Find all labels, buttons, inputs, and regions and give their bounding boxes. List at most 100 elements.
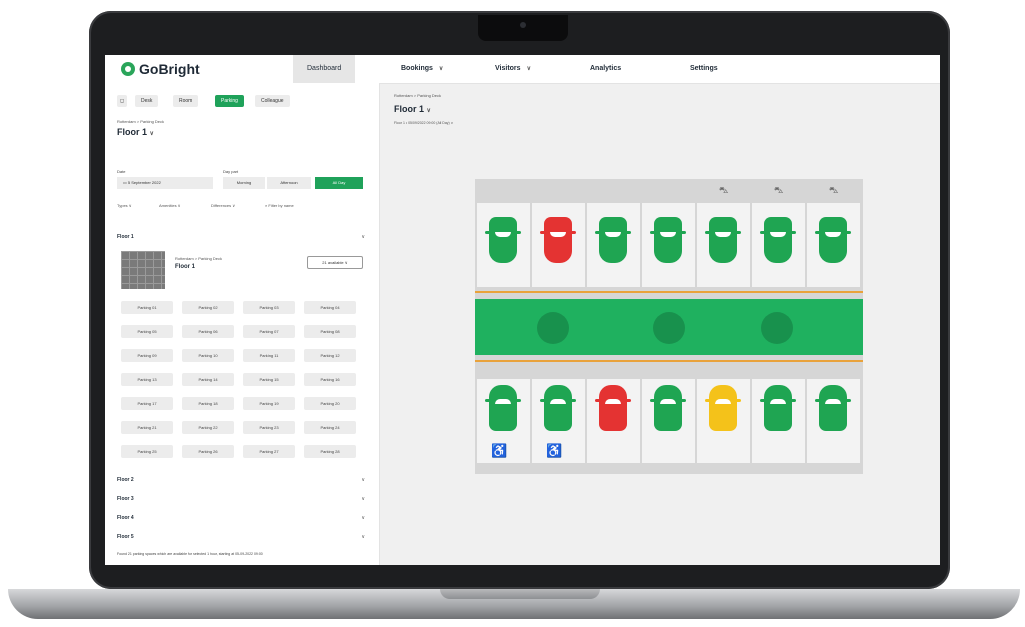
chip-room[interactable]: Room xyxy=(173,95,199,107)
parking-spot-item[interactable]: Parking 23 xyxy=(243,421,295,434)
section-floor[interactable]: Floor 5 xyxy=(117,534,134,540)
parking-spot-item[interactable]: Parking 02 xyxy=(182,301,234,314)
nav-settings[interactable]: Settings xyxy=(690,55,718,83)
chevron-down-icon: ∨ xyxy=(149,131,154,137)
daypart-morning[interactable]: Morning xyxy=(223,177,265,189)
map-breadcrumb[interactable]: Rotterdam > Parking Deck xyxy=(394,93,441,98)
date-picker[interactable]: ▭ 5 September 2022 xyxy=(117,177,213,189)
parking-spot-item[interactable]: Parking 26 xyxy=(182,445,234,458)
parking-spot-item[interactable]: Parking 10 xyxy=(182,349,234,362)
chevron-down-icon[interactable]: ∨ xyxy=(361,234,365,240)
plan-selector[interactable]: Floor 1 • 05/09/2022 09:00 (All Day) ∨ xyxy=(394,121,453,125)
car-available[interactable] xyxy=(485,217,521,263)
lane-stripe xyxy=(475,291,863,293)
chevron-down-icon[interactable]: ∨ xyxy=(361,515,365,521)
camera-notch xyxy=(478,15,568,41)
laptop-lid-groove xyxy=(440,589,600,599)
logo-icon xyxy=(121,62,135,76)
parking-spot-item[interactable]: Parking 17 xyxy=(121,397,173,410)
left-panel: ◻ Desk Room Parking Colleague Rotterdam … xyxy=(105,83,380,565)
chip-colleague[interactable]: Colleague xyxy=(255,95,290,107)
parking-spot-item[interactable]: Parking 03 xyxy=(243,301,295,314)
parking-spot-item[interactable]: Parking 04 xyxy=(304,301,356,314)
parking-spot-item[interactable]: Parking 14 xyxy=(182,373,234,386)
floor-title[interactable]: Floor 1 ∨ xyxy=(117,127,154,137)
breadcrumb[interactable]: Rotterdam > Parking Deck xyxy=(117,119,164,124)
chevron-down-icon[interactable]: ∨ xyxy=(361,534,365,540)
filter-amenities[interactable]: Amenities ∨ xyxy=(159,203,181,208)
parking-spot-item[interactable]: Parking 05 xyxy=(121,325,173,338)
camera-icon xyxy=(520,22,526,28)
app-screen: GoBright Dashboard Bookings ∨ Visitors ∨ A… xyxy=(105,55,940,565)
calendar-icon: ▭ xyxy=(123,180,127,185)
car-available[interactable] xyxy=(705,217,741,263)
section-floor[interactable]: Floor 2 xyxy=(117,477,134,483)
parking-spot-item[interactable]: Parking 16 xyxy=(304,373,356,386)
car-available[interactable] xyxy=(815,217,851,263)
top-navigation: GoBright Dashboard Bookings ∨ Visitors ∨ A… xyxy=(105,55,940,84)
car-available[interactable] xyxy=(760,217,796,263)
car-icon: ⛍ xyxy=(719,185,729,195)
floor-thumbnail xyxy=(121,251,165,289)
parking-spot-item[interactable]: Parking 25 xyxy=(121,445,173,458)
car-available[interactable] xyxy=(595,217,631,263)
nav-analytics[interactable]: Analytics xyxy=(590,55,621,83)
parking-spot-item[interactable]: Parking 06 xyxy=(182,325,234,338)
section-floor-1[interactable]: Floor 1 xyxy=(117,234,134,240)
search-icon: ⌕ xyxy=(265,203,268,208)
grid-toggle-icon[interactable]: ◻ xyxy=(117,95,128,107)
car-available[interactable] xyxy=(485,385,521,431)
car-available[interactable] xyxy=(540,385,576,431)
car-available[interactable] xyxy=(760,385,796,431)
section-floor[interactable]: Floor 3 xyxy=(117,496,134,502)
car-reserved[interactable] xyxy=(705,385,741,431)
parking-spot-item[interactable]: Parking 22 xyxy=(182,421,234,434)
parking-spot-item[interactable]: Parking 09 xyxy=(121,349,173,362)
car-available[interactable] xyxy=(815,385,851,431)
available-dropdown[interactable]: 21 available ∨ xyxy=(307,256,363,269)
parking-spot-item[interactable]: Parking 13 xyxy=(121,373,173,386)
map-floor-title[interactable]: Floor 1 ∨ xyxy=(394,104,431,114)
car-available[interactable] xyxy=(650,385,686,431)
parking-spot-item[interactable]: Parking 08 xyxy=(304,325,356,338)
parking-spot-item[interactable]: Parking 28 xyxy=(304,445,356,458)
car-available[interactable] xyxy=(650,217,686,263)
parking-spot-item[interactable]: Parking 07 xyxy=(243,325,295,338)
chevron-down-icon[interactable]: ∨ xyxy=(361,496,365,502)
chevron-down-icon: ∨ xyxy=(426,108,431,114)
daypart-afternoon[interactable]: Afternoon xyxy=(267,177,311,189)
parking-map: ⛍ ⛍ ⛍ ♿ ♿ xyxy=(475,179,863,474)
parking-spot-item[interactable]: Parking 01 xyxy=(121,301,173,314)
filter-types[interactable]: Types ∨ xyxy=(117,203,132,208)
parking-spot-item[interactable]: Parking 19 xyxy=(243,397,295,410)
parking-spot-item[interactable]: Parking 12 xyxy=(304,349,356,362)
parking-spot-item[interactable]: Parking 18 xyxy=(182,397,234,410)
car-occupied[interactable] xyxy=(595,385,631,431)
parking-spot-item[interactable]: Parking 21 xyxy=(121,421,173,434)
parking-spot-item[interactable]: Parking 24 xyxy=(304,421,356,434)
car-icon: ⛍ xyxy=(829,185,839,195)
parking-spot-item[interactable]: Parking 15 xyxy=(243,373,295,386)
parking-spot-item[interactable]: Parking 11 xyxy=(243,349,295,362)
chevron-down-icon: ∨ xyxy=(526,66,531,72)
section-floor[interactable]: Floor 4 xyxy=(117,515,134,521)
date-label: Date xyxy=(117,169,126,174)
parking-spot-item[interactable]: Parking 27 xyxy=(243,445,295,458)
floor-card-breadcrumb: Rotterdam > Parking Deck xyxy=(175,256,223,261)
gobright-logo[interactable]: GoBright xyxy=(121,61,200,77)
chevron-down-icon[interactable]: ∨ xyxy=(361,477,365,483)
lane-marker xyxy=(653,312,685,344)
lane-marker xyxy=(761,312,793,344)
daypart-label: Day part xyxy=(223,169,239,174)
nav-dashboard[interactable]: Dashboard xyxy=(293,55,356,83)
car-occupied[interactable] xyxy=(540,217,576,263)
filter-differences[interactable]: Differences ∨ xyxy=(211,203,235,208)
chip-parking[interactable]: Parking xyxy=(215,95,244,107)
lane-stripe xyxy=(475,360,863,362)
chip-desk[interactable]: Desk xyxy=(135,95,159,107)
parking-spot-item[interactable]: Parking 20 xyxy=(304,397,356,410)
nav-bookings[interactable]: Bookings ∨ xyxy=(401,55,443,83)
daypart-all-day[interactable]: All Day xyxy=(315,177,363,189)
nav-visitors[interactable]: Visitors ∨ xyxy=(495,55,531,83)
filter-by-name[interactable]: ⌕ Filter by name xyxy=(265,203,294,208)
